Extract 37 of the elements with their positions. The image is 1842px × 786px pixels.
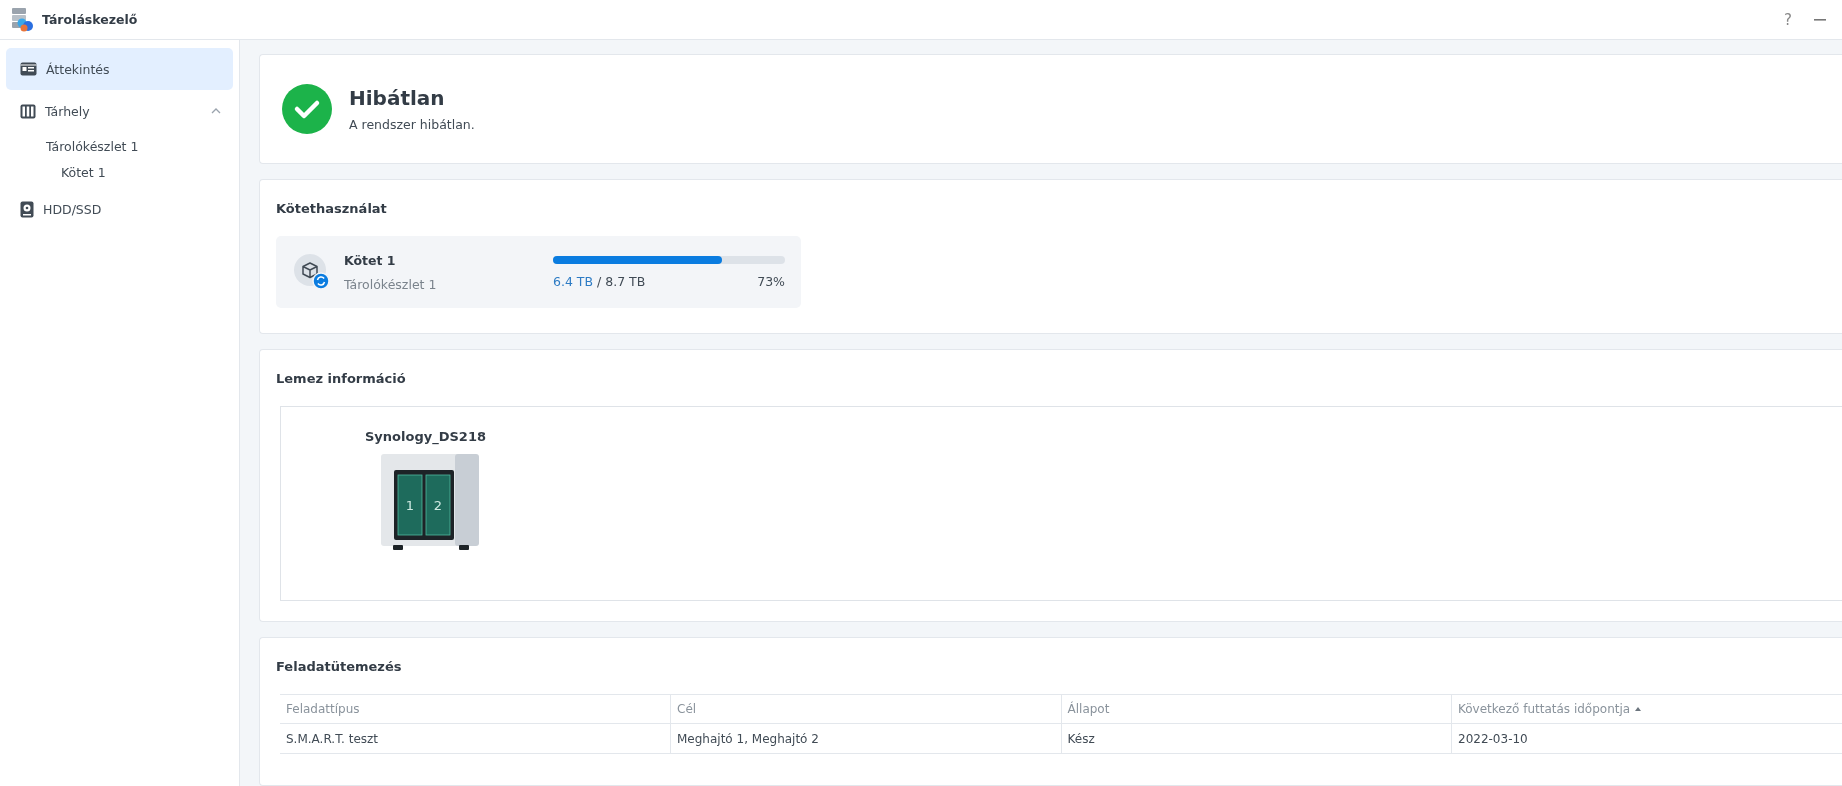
section-title: Kötethasználat — [275, 199, 388, 218]
id-card-icon — [20, 62, 37, 76]
table-cell: 2022-03-10 — [1451, 723, 1842, 754]
column-header[interactable]: Feladattípus — [280, 694, 671, 724]
section-title: Lemez információ — [275, 369, 407, 388]
volume-name: Kötet 1 — [344, 252, 397, 268]
drive-bay[interactable]: 1 — [397, 474, 423, 536]
sidebar-subitem[interactable]: Kötet 1 — [6, 160, 233, 184]
help-button[interactable]: ? — [1784, 10, 1792, 29]
usage-percent: 73% — [757, 273, 785, 289]
minimize-icon[interactable] — [1814, 18, 1826, 21]
volume-cube-icon — [294, 254, 330, 290]
chevron-up-icon[interactable] — [211, 108, 221, 114]
sidebar-subitem[interactable]: Tárolókészlet 1 — [6, 132, 233, 160]
app-logo-icon — [10, 6, 34, 33]
table-cell: S.M.A.R.T. teszt — [280, 723, 671, 754]
volume-pool: Tárolókészlet 1 — [344, 276, 438, 292]
sidebar-item[interactable]: HDD/SSD — [6, 188, 233, 230]
table-cell: Kész — [1061, 723, 1452, 754]
column-header[interactable]: Következő futtatás időpontja — [1451, 694, 1842, 724]
sidebar-item[interactable]: Áttekintés — [6, 48, 233, 90]
status-title: Hibátlan — [349, 86, 446, 110]
sidebar-item[interactable]: Tárhely — [6, 90, 233, 132]
column-header[interactable]: Cél — [670, 694, 1061, 724]
columns-icon — [20, 103, 36, 119]
volume-row[interactable]: Kötet 1 Tárolókészlet 1 6.4 TB / 8.7 TB 73% — [276, 236, 801, 308]
status-check-icon — [282, 84, 332, 134]
hard-drive-icon — [20, 200, 34, 218]
used-capacity: 6.4 TB — [553, 273, 594, 289]
drive-bay[interactable]: 2 — [425, 474, 451, 536]
status-message: A rendszer hibátlan. — [349, 117, 475, 132]
column-header[interactable]: Állapot — [1061, 694, 1452, 724]
table-cell: Meghajtó 1, Meghajtó 2 — [670, 723, 1061, 754]
device-name: Synology_DS218 — [365, 429, 487, 444]
window-title: Tároláskezelő — [42, 12, 138, 27]
section-title: Feladatütemezés — [275, 657, 403, 676]
total-capacity: / 8.7 TB — [597, 273, 647, 289]
